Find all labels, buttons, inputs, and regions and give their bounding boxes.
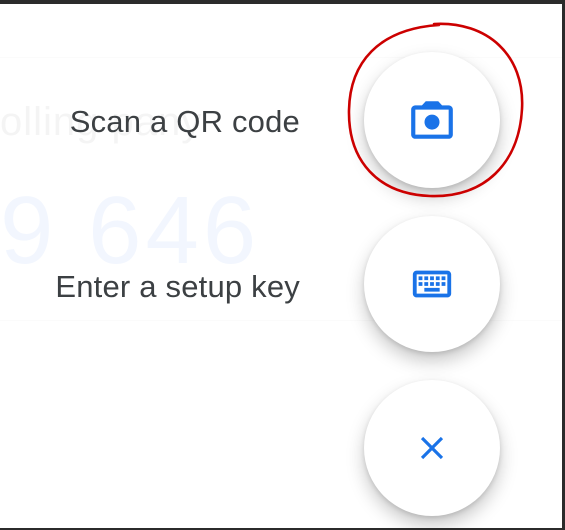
close-menu-button[interactable] bbox=[364, 380, 500, 516]
enter-setup-key-button[interactable] bbox=[364, 216, 500, 352]
enter-setup-key-label[interactable]: Enter a setup key bbox=[55, 269, 300, 305]
camera-icon bbox=[411, 101, 453, 139]
add-account-overlay: olling pany 9 646 Scan a QR code Enter a… bbox=[0, 4, 562, 528]
scan-qr-code-label[interactable]: Scan a QR code bbox=[70, 104, 300, 140]
scan-qr-code-button[interactable] bbox=[364, 52, 500, 188]
keyboard-icon bbox=[412, 270, 452, 298]
close-icon bbox=[420, 436, 444, 460]
